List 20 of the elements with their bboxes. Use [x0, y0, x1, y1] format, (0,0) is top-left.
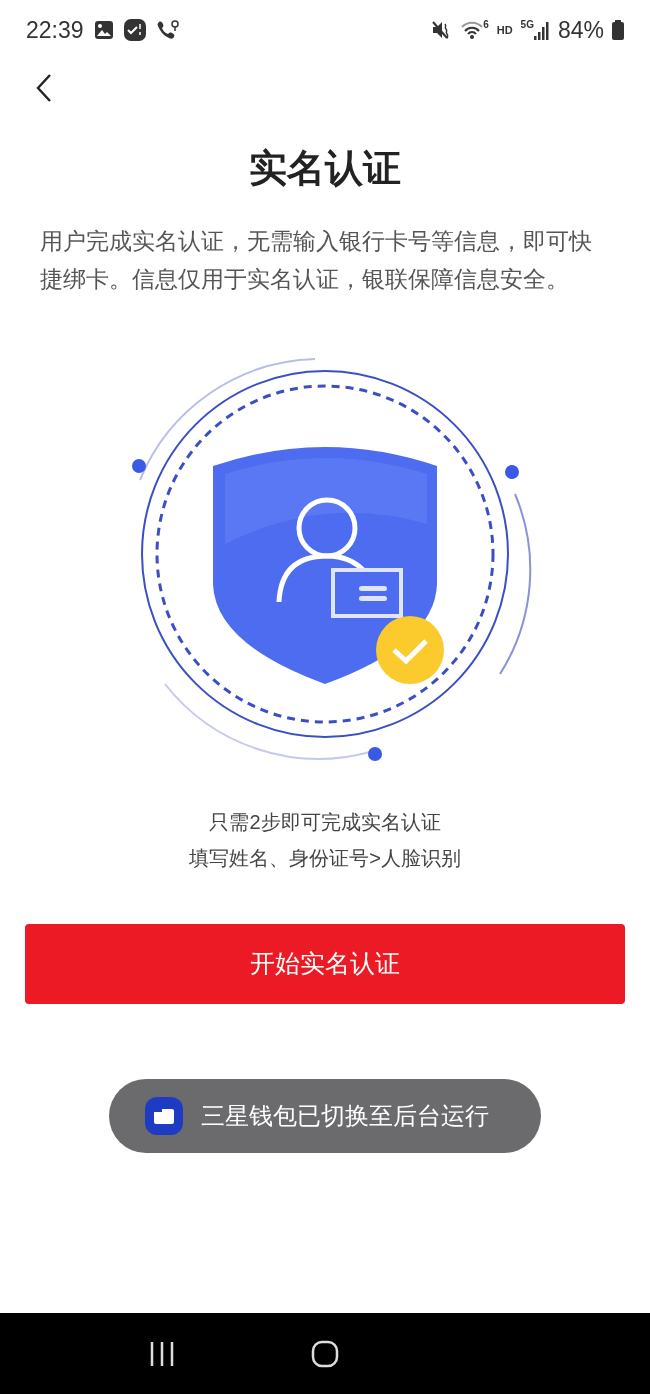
battery-percent: 84% — [557, 15, 604, 45]
step-text: 填写姓名、身份证号>人脸识别 — [189, 846, 461, 871]
status-time: 22:39 — [26, 15, 84, 45]
start-verification-button[interactable]: 开始实名认证 — [25, 924, 625, 1004]
signal-icon — [533, 20, 550, 40]
wallet-app-icon — [145, 1097, 183, 1135]
wifi-standard-label: 6 — [483, 20, 489, 30]
battery-icon — [612, 20, 624, 40]
phone-location-icon — [155, 19, 180, 41]
intro-text: 用户完成实名认证，无需输入银行卡号等信息，即可快捷绑卡。信息仅用于实名认证，银联保障信息安全。 — [39, 227, 593, 294]
home-icon[interactable] — [311, 1339, 339, 1368]
network-type: 5G — [520, 20, 534, 30]
image-icon — [93, 20, 114, 40]
hd-indicator: HD — [496, 22, 513, 38]
back-icon — [36, 73, 52, 103]
page-title: 实名认证 — [248, 146, 402, 191]
wifi-icon — [461, 20, 484, 40]
toast-message: 三星钱包已切换至后台运行 — [201, 1101, 489, 1131]
checklist-icon — [123, 19, 146, 41]
step-text: 只需2步即可完成实名认证 — [209, 810, 441, 835]
